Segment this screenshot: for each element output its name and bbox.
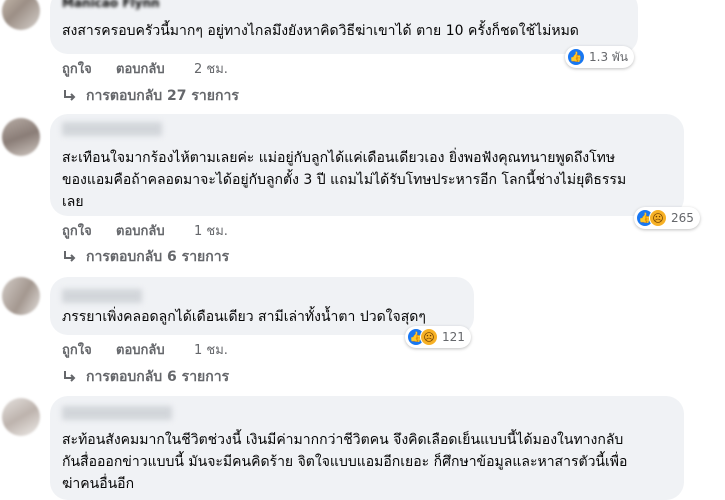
comment-author[interactable] xyxy=(62,406,172,420)
comment-author[interactable] xyxy=(62,289,142,303)
comment-author[interactable] xyxy=(62,122,162,136)
reaction-count: 121 xyxy=(442,330,465,344)
reply-arrow-icon xyxy=(62,88,78,104)
view-replies-link[interactable]: การตอบกลับ 27 รายการ xyxy=(62,85,239,107)
comment-text-line: ฆ่าคนอื่นอีก xyxy=(62,476,135,492)
view-replies-link[interactable]: การตอบกลับ 6 รายการ xyxy=(62,366,229,388)
comment-timestamp[interactable]: 1 ชม. xyxy=(194,220,228,241)
comment-timestamp[interactable]: 1 ชม. xyxy=(194,339,228,360)
comment-text-line: กันสื่อออกข่าวแบบนี้ มันจะมีคนคิดร้าย จิ… xyxy=(62,454,628,470)
comment-timestamp[interactable]: 2 ชม. xyxy=(194,58,228,79)
reply-button[interactable]: ตอบกลับ xyxy=(116,58,194,79)
comment-bubble: สะเทือนใจมากร้องไห้ตามเลยค่ะ แม่อยู่กับล… xyxy=(50,114,684,216)
reaction-count: 265 xyxy=(671,211,694,225)
comment-bubble: Manicao Flynn สงสารครอบครัวนี้มากๆ อยู่ท… xyxy=(50,0,638,54)
avatar[interactable] xyxy=(2,118,40,156)
sad-reaction-icon: ☹ xyxy=(649,209,667,227)
comment-text-line: ภรรยาเพิ่งคลอดลูกได้เดือนเดียว สามีเล่าท… xyxy=(62,309,426,325)
comment-text-line: สงสารครอบครัวนี้มากๆ อยู่ทางไกลมึงยังหาค… xyxy=(62,23,579,39)
avatar[interactable] xyxy=(2,398,40,436)
reply-arrow-icon xyxy=(62,249,78,265)
comment-text-line: สะท้อนสังคมมากในชีวิตช่วงนี้ เงินมีค่ามา… xyxy=(62,432,624,448)
comment-bubble: สะท้อนสังคมมากในชีวิตช่วงนี้ เงินมีค่ามา… xyxy=(50,396,684,500)
reaction-count: 1.3 พัน xyxy=(589,49,629,64)
reply-button[interactable]: ตอบกลับ xyxy=(116,339,194,360)
like-button[interactable]: ถูกใจ xyxy=(62,220,116,241)
reply-button[interactable]: ตอบกลับ xyxy=(116,220,194,241)
avatar[interactable] xyxy=(2,0,40,30)
comment-actions: ถูกใจ ตอบกลับ 1 ชม. xyxy=(62,339,228,360)
replies-count-label: การตอบกลับ 6 รายการ xyxy=(86,249,230,265)
reaction-summary[interactable]: 👍 ☹ 265 xyxy=(634,207,700,229)
comment-text-line: สะเทือนใจมากร้องไห้ตามเลยค่ะ แม่อยู่กับล… xyxy=(62,150,616,166)
comment-actions: ถูกใจ ตอบกลับ 2 ชม. xyxy=(62,58,228,79)
reaction-summary[interactable]: 👍 1.3 พัน xyxy=(565,46,635,68)
like-reaction-icon: 👍 xyxy=(567,48,585,66)
reply-arrow-icon xyxy=(62,369,78,385)
reaction-summary[interactable]: 👍 ☹ 121 xyxy=(405,326,471,348)
like-button[interactable]: ถูกใจ xyxy=(62,339,116,360)
comment-actions: ถูกใจ ตอบกลับ 1 ชม. xyxy=(62,220,228,241)
replies-count-label: การตอบกลับ 27 รายการ xyxy=(86,88,239,104)
comment-author[interactable]: Manicao Flynn xyxy=(62,0,160,10)
view-replies-link[interactable]: การตอบกลับ 6 รายการ xyxy=(62,246,229,268)
replies-count-label: การตอบกลับ 6 รายการ xyxy=(86,369,230,385)
comment-text-line: เลย xyxy=(62,194,84,210)
sad-reaction-icon: ☹ xyxy=(420,328,438,346)
like-button[interactable]: ถูกใจ xyxy=(62,58,116,79)
comment-text-line: ของแอมคือถ้าคลอดมาจะได้อยู่กับลูกตั้ง 3 … xyxy=(62,172,627,188)
avatar[interactable] xyxy=(2,277,40,315)
